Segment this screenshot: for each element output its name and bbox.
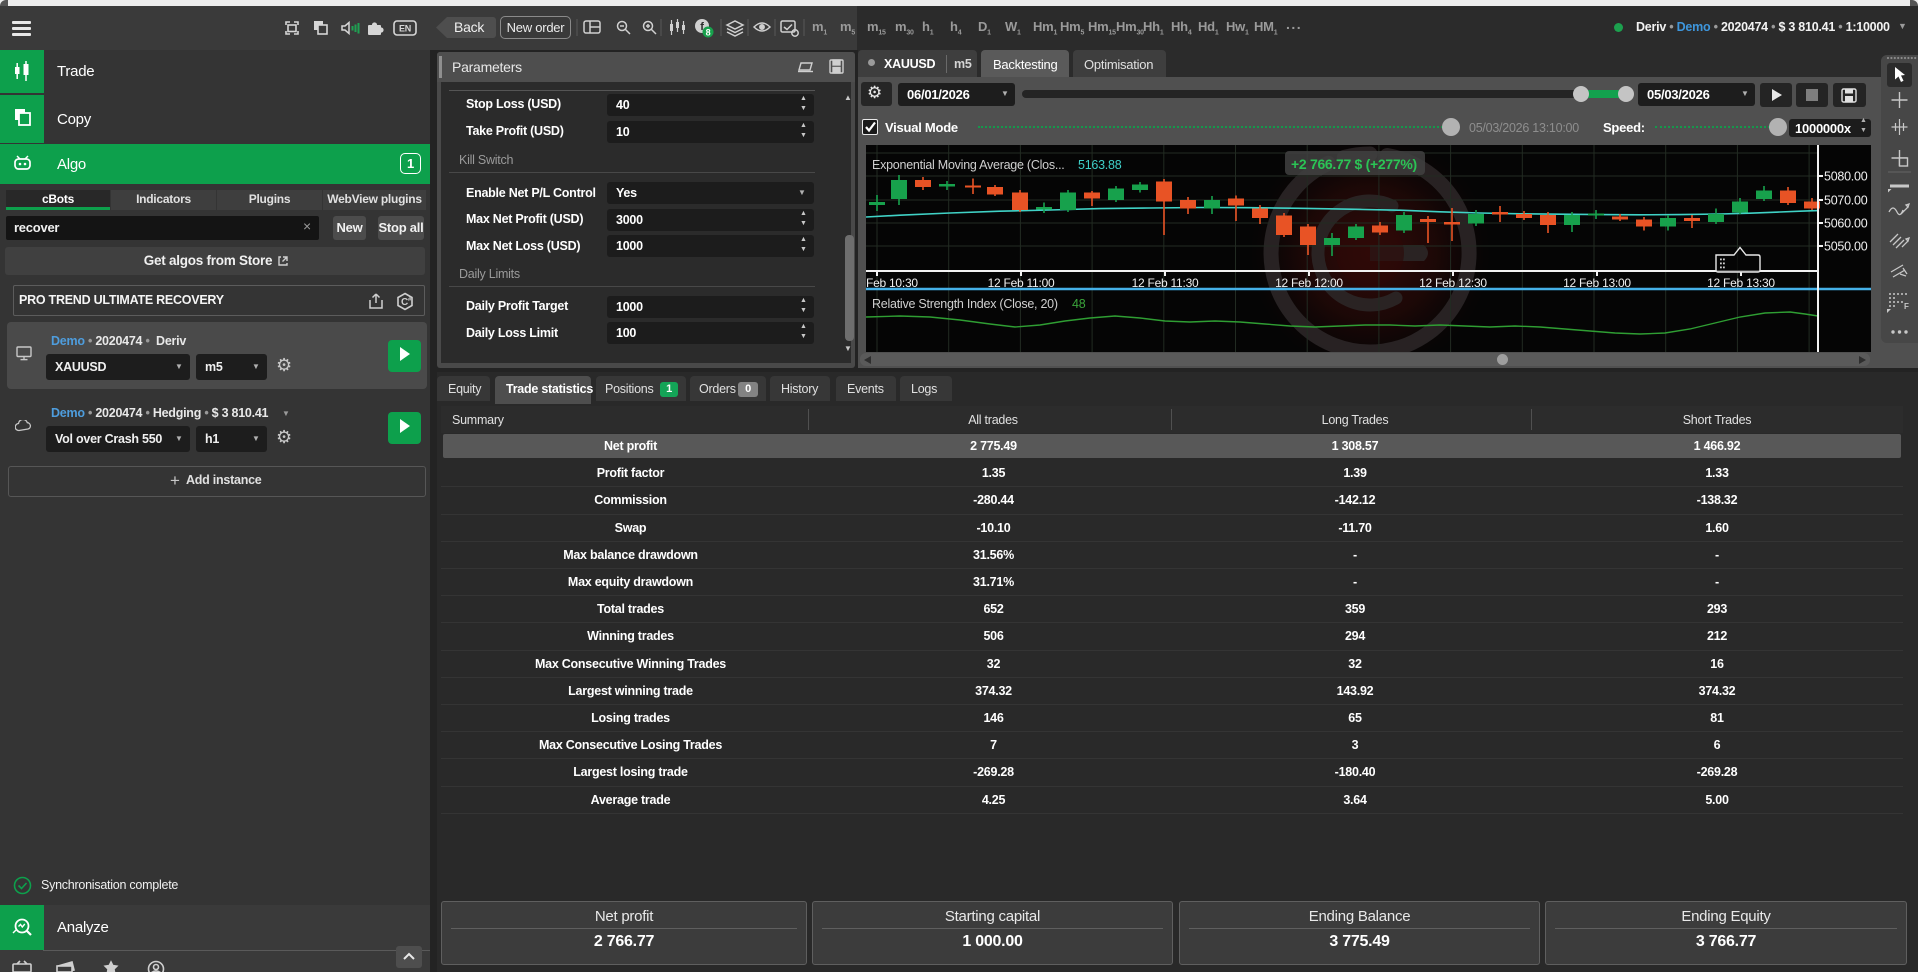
svg-text:Exponential Moving Average (Cl: Exponential Moving Average (Clos... <box>872 158 1065 172</box>
svg-text:8: 8 <box>706 28 711 38</box>
svg-text:F: F <box>1904 302 1909 311</box>
svg-text:5070.00: 5070.00 <box>1824 194 1868 208</box>
svg-text:5080.00: 5080.00 <box>1824 170 1868 184</box>
svg-text:5163.88: 5163.88 <box>1078 158 1122 172</box>
svg-text:C: C <box>401 297 408 308</box>
svg-text:+2 766.77 $ (+277%): +2 766.77 $ (+277%) <box>1291 156 1417 172</box>
svg-text:Relative Strength Index (Close: Relative Strength Index (Close, 20) <box>872 297 1058 311</box>
svg-text:48: 48 <box>1072 297 1086 311</box>
svg-text:EN: EN <box>399 24 411 34</box>
svg-text:5050.00: 5050.00 <box>1824 240 1868 254</box>
svg-text:5060.00: 5060.00 <box>1824 217 1868 231</box>
